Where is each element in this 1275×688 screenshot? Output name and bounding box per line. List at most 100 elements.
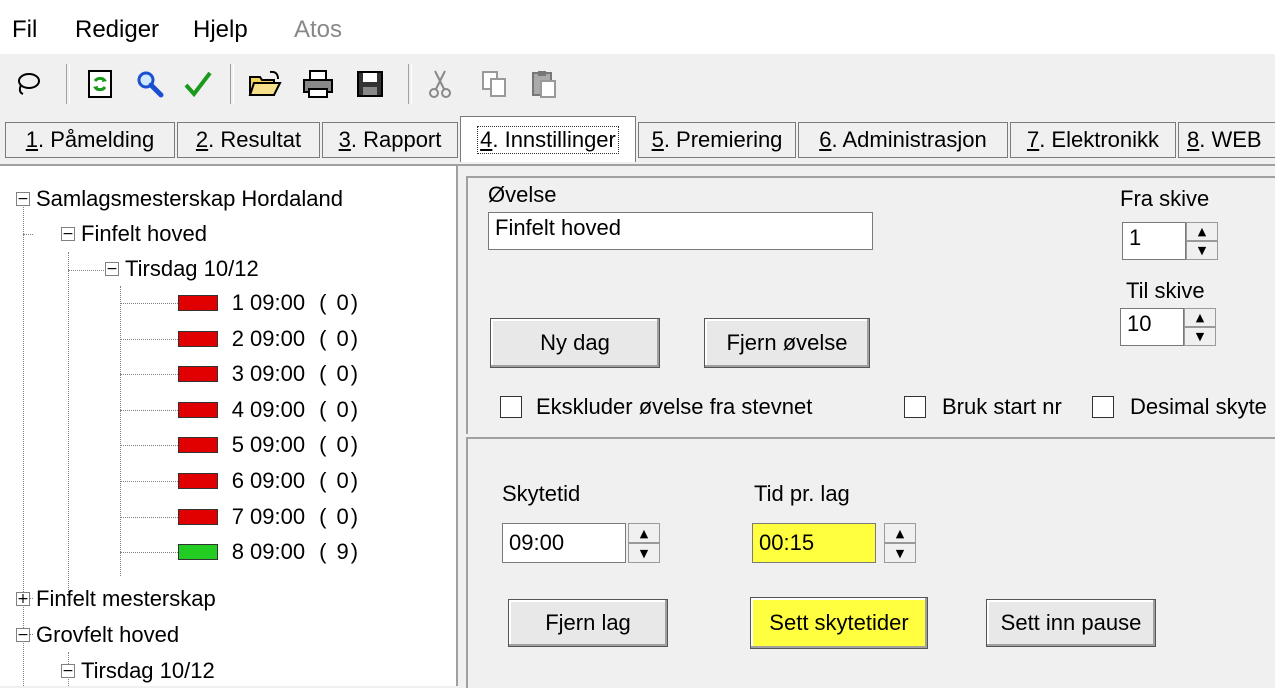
cut-icon[interactable] [420, 64, 460, 104]
expand-icon[interactable]: + [16, 592, 30, 606]
tab-web[interactable]: 8. WEB [1178, 122, 1275, 158]
tab-pamelding[interactable]: 1. Påmelding [5, 122, 175, 158]
tid-pr-lag-label: Tid pr. lag [754, 481, 850, 506]
ovelse-label: Øvelse [488, 182, 557, 207]
round-time: 09:00 [250, 432, 306, 457]
spin-up-icon[interactable]: ▲ [1186, 222, 1218, 241]
round-number: 2 [231, 326, 244, 351]
round-status-icon [178, 509, 218, 525]
spin-up-icon[interactable]: ▲ [1184, 308, 1216, 327]
round-number: 8 [231, 539, 244, 564]
spin-down-icon[interactable]: ▼ [1186, 241, 1218, 260]
ovelse-input[interactable]: Finfelt hoved [488, 212, 873, 250]
round-count: ( 9) [319, 539, 361, 564]
round-number: 3 [231, 361, 244, 386]
fra-skive-input[interactable]: 1 [1122, 222, 1186, 260]
tree-node-label: Finfelt hoved [81, 221, 207, 246]
skytetid-stepper[interactable]: ▲ ▼ [628, 523, 660, 563]
tree-node-event[interactable]: − Grovfelt hoved [16, 618, 179, 652]
round-time: 09:00 [250, 361, 306, 386]
tree-node-label: Finfelt mesterskap [36, 586, 216, 611]
tree-node-label: Grovfelt hoved [36, 622, 180, 647]
tab-rapport[interactable]: 3. Rapport [322, 122, 458, 158]
tree-node-round[interactable]: 7 09:00 ( 0) [178, 500, 360, 534]
copy-icon[interactable] [474, 64, 514, 104]
round-time: 09:00 [250, 539, 306, 564]
event-settings-panel: Øvelse Finfelt hoved Fra skive 1 ▲ ▼ Til… [466, 176, 1275, 434]
sett-skytetider-button[interactable]: Sett skytetider [750, 597, 928, 649]
ny-dag-button[interactable]: Ny dag [490, 318, 660, 368]
tree-node-round[interactable]: 1 09:00 ( 0) [178, 286, 360, 320]
skytetid-input[interactable]: 09:00 [502, 523, 626, 563]
bruk-start-nr-checkbox[interactable] [904, 396, 926, 418]
spin-up-icon[interactable]: ▲ [628, 523, 660, 543]
toolbar [0, 54, 1275, 116]
tree-node-round[interactable]: 4 09:00 ( 0) [178, 393, 360, 427]
collapse-icon[interactable]: − [61, 227, 75, 241]
round-status-icon [178, 402, 218, 418]
round-number: 6 [231, 468, 244, 493]
round-count: ( 0) [319, 504, 361, 529]
menu-rediger[interactable]: Rediger [75, 16, 159, 44]
spin-down-icon[interactable]: ▼ [628, 543, 660, 563]
tree-node-event[interactable]: − Finfelt hoved [61, 217, 207, 251]
tree-node-label: Samlagsmesterskap Hordaland [36, 186, 343, 211]
check-icon[interactable] [178, 64, 218, 104]
round-number: 1 [231, 290, 244, 315]
tree-node-day[interactable]: − Tirsdag 10/12 [105, 252, 259, 286]
tree-node-round[interactable]: 5 09:00 ( 0) [178, 428, 360, 462]
spin-up-icon[interactable]: ▲ [884, 523, 916, 543]
tid-pr-lag-input[interactable]: 00:15 [752, 523, 876, 563]
tid-pr-lag-stepper[interactable]: ▲ ▼ [884, 523, 916, 563]
tree-node-label: Tirsdag 10/12 [81, 658, 215, 683]
til-skive-input[interactable]: 10 [1120, 308, 1184, 346]
round-count: ( 0) [319, 326, 361, 351]
tree-node-round[interactable]: 2 09:00 ( 0) [178, 322, 360, 356]
save-icon[interactable] [350, 64, 390, 104]
search-icon[interactable] [130, 64, 170, 104]
tree-node-round[interactable]: 8 09:00 ( 9) [178, 535, 360, 569]
tab-administrasjon[interactable]: 6. Administrasjon [798, 122, 1008, 158]
round-number: 5 [231, 432, 244, 457]
refresh-icon[interactable] [80, 64, 120, 104]
fjern-lag-button[interactable]: Fjern lag [508, 599, 668, 647]
tab-premiering[interactable]: 5. Premiering [638, 122, 796, 158]
ekskluder-label: Ekskluder øvelse fra stevnet [536, 394, 813, 419]
tree-node-round[interactable]: 6 09:00 ( 0) [178, 464, 360, 498]
tree-node-root[interactable]: − Samlagsmesterskap Hordaland [16, 182, 343, 216]
ekskluder-checkbox[interactable] [500, 396, 522, 418]
spin-down-icon[interactable]: ▼ [884, 543, 916, 563]
bruk-start-nr-label: Bruk start nr [942, 394, 1062, 419]
til-skive-stepper[interactable]: ▲ ▼ [1184, 308, 1216, 346]
fra-skive-stepper[interactable]: ▲ ▼ [1186, 222, 1218, 260]
collapse-icon[interactable]: − [16, 192, 30, 206]
lasso-icon[interactable] [8, 64, 48, 104]
round-status-icon [178, 331, 218, 347]
tab-elektronikk[interactable]: 7. Elektronikk [1010, 122, 1176, 158]
round-time: 09:00 [250, 504, 306, 529]
collapse-icon[interactable]: − [16, 628, 30, 642]
menu-fil[interactable]: Fil [12, 16, 37, 44]
desimal-checkbox[interactable] [1092, 396, 1114, 418]
fjern-ovelse-button[interactable]: Fjern øvelse [704, 318, 870, 368]
tab-innstillinger[interactable]: 4. Innstillinger [460, 116, 636, 162]
round-count: ( 0) [319, 432, 361, 457]
tree-node-event[interactable]: + Finfelt mesterskap [16, 582, 216, 616]
menu-hjelp[interactable]: Hjelp [193, 16, 248, 44]
tree-node-round[interactable]: 3 09:00 ( 0) [178, 357, 360, 391]
round-number: 4 [231, 397, 244, 422]
collapse-icon[interactable]: − [61, 664, 75, 678]
collapse-icon[interactable]: − [105, 262, 119, 276]
open-folder-icon[interactable] [245, 64, 285, 104]
tree-node-label: Tirsdag 10/12 [125, 256, 259, 281]
spin-down-icon[interactable]: ▼ [1184, 327, 1216, 346]
desimal-label: Desimal skyte [1130, 394, 1267, 419]
tree-node-day[interactable]: − Tirsdag 10/12 [61, 654, 215, 686]
round-status-icon [178, 544, 218, 560]
tab-resultat[interactable]: 2. Resultat [177, 122, 320, 158]
sett-inn-pause-button[interactable]: Sett inn pause [986, 599, 1156, 647]
round-count: ( 0) [319, 468, 361, 493]
print-icon[interactable] [298, 64, 338, 104]
menu-atos[interactable]: Atos [294, 16, 342, 44]
paste-icon[interactable] [524, 64, 564, 104]
